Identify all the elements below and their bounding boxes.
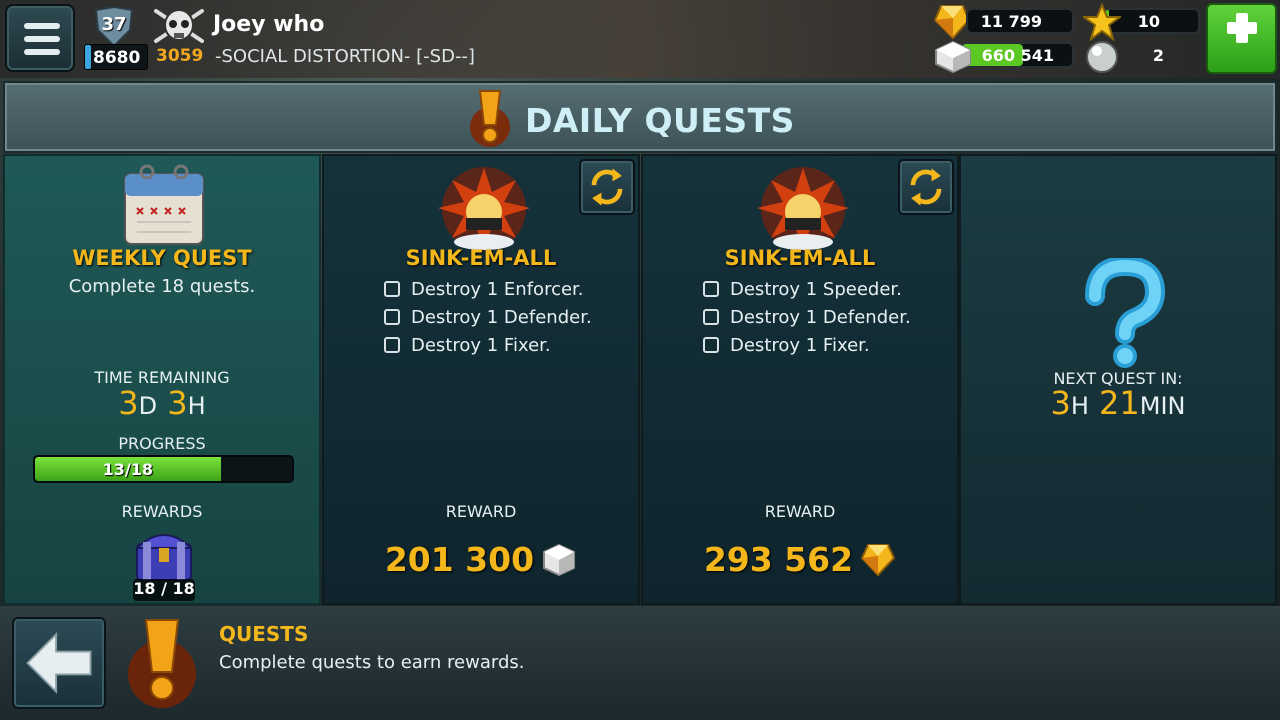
weekly-quest-title: WEEKLY QUEST [72,246,252,270]
back-arrow-icon [26,631,92,695]
time-days-unit: D [138,392,158,420]
time-remaining-value: 3D 3H [5,384,319,422]
treasure-chest-icon[interactable] [131,522,197,584]
progress-label: PROGRESS [118,434,206,453]
quest-panel-2: SINK-EM-ALL Destroy 1 Speeder. Destroy 1… [641,154,959,605]
exclamation-quest-icon [124,616,200,712]
task-list: Destroy 1 Enforcer. Destroy 1 Defender. … [384,275,592,359]
reward-label: REWARD [445,502,517,521]
checkbox-icon [703,337,719,353]
clan-name[interactable]: -SOCIAL DISTORTION- [-SD--] [215,46,475,67]
refresh-icon [910,168,942,206]
checkbox-icon [384,337,400,353]
checkbox-icon [384,281,400,297]
quest-title: SINK-EM-ALL [405,246,557,270]
title-bar: DAILY QUESTS [3,81,1277,153]
silver-cube-icon [541,542,577,578]
exclamation-quest-icon [465,89,515,149]
time-days: 3 [118,384,139,422]
xp-value: 8680 [93,48,141,68]
next-quest-panel: NEXT QUEST IN: 3H 21MIN [959,154,1277,605]
gold-gem-icon [860,542,896,578]
sink-em-all-emblem-icon [434,164,534,254]
silver-value: 660 541 [981,46,1054,65]
gold-counter[interactable]: 11 799 [966,8,1074,34]
skull-icon [152,5,206,47]
quest-panel-1: SINK-EM-ALL Destroy 1 Enforcer. Destroy … [322,154,640,605]
checkbox-icon [703,309,719,325]
footer-title: QUESTS [219,622,309,646]
hamburger-icon-bar [24,36,60,42]
back-button[interactable] [12,617,106,709]
time-hours: 3 [167,384,188,422]
player-level: 37 [101,14,127,35]
task-label: Destroy 1 Speeder. [730,278,902,300]
star-icon [1080,2,1124,42]
task-item: Destroy 1 Speeder. [703,275,911,303]
next-hours-unit: H [1070,392,1089,420]
quest-title: SINK-EM-ALL [724,246,876,270]
reward-row: 201 300 [324,540,638,579]
next-minutes: 21 [1099,384,1140,422]
stars-value: 10 [1137,12,1160,31]
calendar-icon [117,160,211,248]
rewards-label: REWARDS [121,502,203,521]
silver-counter[interactable]: 660 541 [960,42,1074,68]
task-item: Destroy 1 Defender. [703,303,911,331]
plus-icon-bar [1227,22,1257,34]
xp-bar: 8680 [84,44,148,70]
question-mark-icon [1073,255,1173,368]
pearls-counter[interactable]: 2 [1118,42,1200,68]
pearls-value: 2 [1152,46,1164,65]
task-list: Destroy 1 Speeder. Destroy 1 Defender. D… [703,275,911,359]
player-name[interactable]: Joey who [213,12,324,37]
bottom-bar: QUESTS Complete quests to earn rewards. [0,606,1280,720]
task-label: Destroy 1 Defender. [411,306,592,328]
xp-bar-fill [85,45,92,69]
silver-cube-icon [934,40,972,74]
checkbox-icon [703,281,719,297]
reward-label: REWARD [764,502,836,521]
chest-count: 18 / 18 [133,579,195,601]
next-hours: 3 [1050,384,1071,422]
sink-em-all-emblem-icon [753,164,853,254]
task-item: Destroy 1 Fixer. [384,331,592,359]
add-currency-button[interactable] [1206,3,1277,74]
weekly-progress-bar: 13/18 [33,455,294,483]
next-minutes-unit: MIN [1139,392,1186,420]
task-label: Destroy 1 Enforcer. [411,278,584,300]
hamburger-icon-bar [24,49,60,55]
pearl-icon [1085,40,1119,74]
trophy-count: 3059 [156,46,204,66]
time-hours-unit: H [187,392,206,420]
weekly-quest-panel: WEEKLY QUEST Complete 18 quests. TIME RE… [3,154,321,605]
task-item: Destroy 1 Enforcer. [384,275,592,303]
weekly-quest-desc: Complete 18 quests. [68,276,256,297]
task-label: Destroy 1 Defender. [730,306,911,328]
hamburger-icon [24,23,60,29]
task-label: Destroy 1 Fixer. [730,334,870,356]
gold-value: 11 799 [980,12,1042,31]
refresh-quest-button[interactable] [579,159,635,215]
task-label: Destroy 1 Fixer. [411,334,551,356]
page-title: DAILY QUESTS [525,101,795,140]
task-item: Destroy 1 Fixer. [703,331,911,359]
refresh-icon [591,168,623,206]
top-bar: 37 8680 3059 Joey who -SOCIAL DISTORTION… [0,0,1280,78]
weekly-progress-text: 13/18 [102,460,153,479]
reward-value: 201 300 [384,540,535,579]
checkbox-icon [384,309,400,325]
reward-row: 293 562 [643,540,957,579]
refresh-quest-button[interactable] [898,159,954,215]
footer-desc: Complete quests to earn rewards. [219,652,525,673]
reward-value: 293 562 [703,540,854,579]
next-quest-timer: 3H 21MIN [961,384,1275,422]
menu-button[interactable] [5,4,75,72]
task-item: Destroy 1 Defender. [384,303,592,331]
